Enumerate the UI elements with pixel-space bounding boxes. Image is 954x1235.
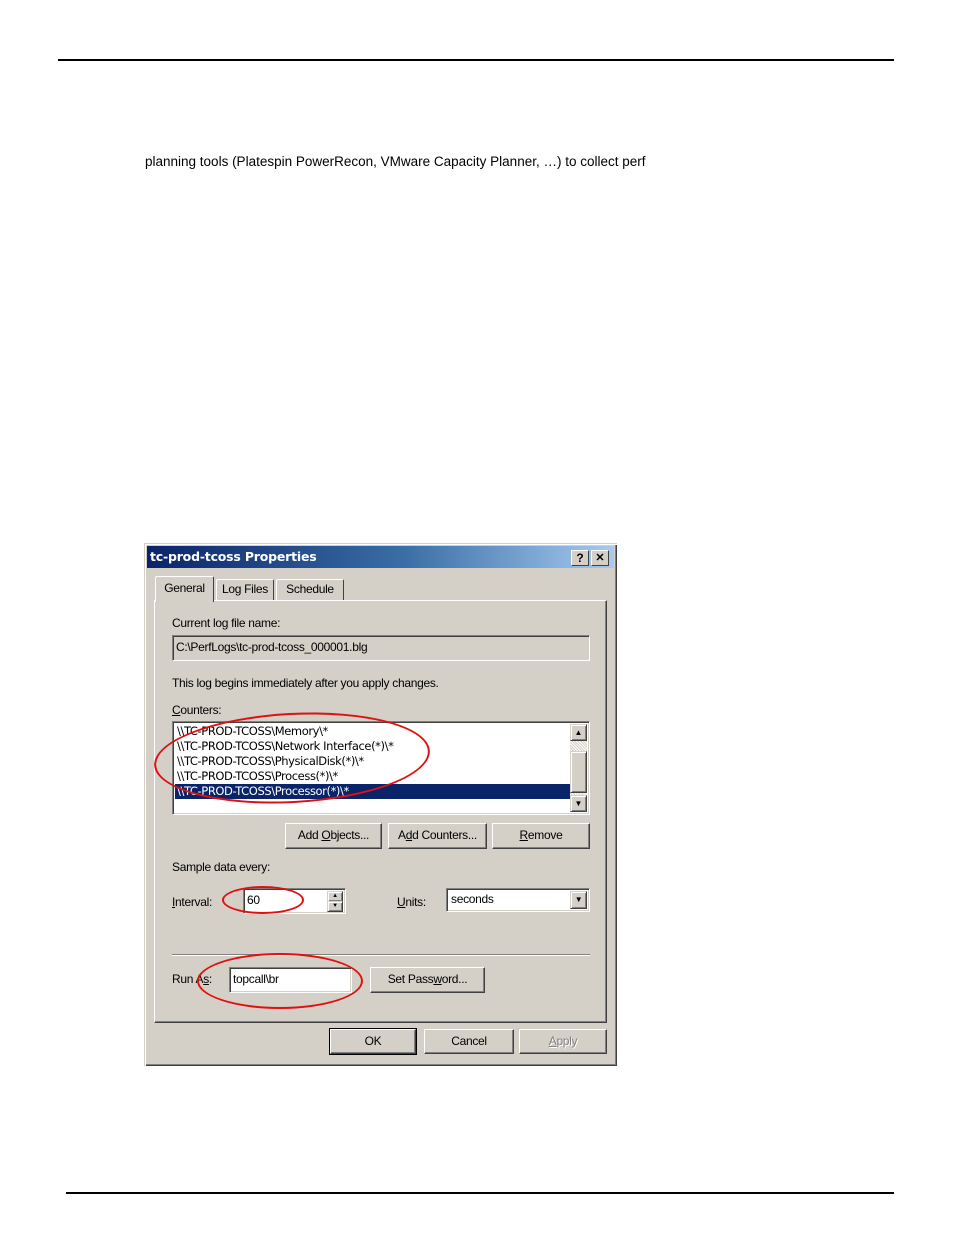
footer-rule bbox=[66, 1192, 894, 1194]
chevron-down-icon: ▼ bbox=[574, 895, 583, 904]
counters-listbox[interactable]: \\TC-PROD-TCOSS\Memory\* \\TC-PROD-TCOSS… bbox=[172, 721, 590, 815]
run-as-input[interactable]: topcall\br bbox=[229, 967, 352, 993]
ok-button[interactable]: OK bbox=[329, 1028, 417, 1055]
help-icon: ? bbox=[576, 551, 584, 565]
interval-label: Interval: bbox=[172, 895, 212, 909]
tab-label: General bbox=[164, 581, 205, 595]
dialog-title: tc-prod-tcoss Properties bbox=[150, 549, 317, 564]
apply-button[interactable]: Apply bbox=[519, 1029, 607, 1054]
counters-scrollbar[interactable]: ▲ ▼ bbox=[570, 724, 587, 812]
cancel-button[interactable]: Cancel bbox=[424, 1029, 514, 1054]
interval-input[interactable]: 60 ▲ ▼ bbox=[243, 888, 346, 914]
close-icon: ✕ bbox=[595, 552, 605, 564]
set-password-button[interactable]: Set Password... bbox=[370, 967, 485, 993]
tab-label: Log Files bbox=[222, 582, 268, 596]
units-label: Units: bbox=[397, 895, 426, 909]
header-rule bbox=[58, 59, 894, 61]
scroll-down-button[interactable]: ▼ bbox=[570, 795, 587, 812]
remove-button[interactable]: Remove bbox=[492, 823, 590, 849]
scroll-thumb[interactable] bbox=[570, 751, 587, 793]
current-log-label: Current log file name: bbox=[172, 616, 281, 630]
spinner-down-button[interactable]: ▼ bbox=[327, 901, 343, 912]
units-value: seconds bbox=[451, 892, 494, 906]
sample-data-label: Sample data every: bbox=[172, 860, 270, 874]
add-counters-button[interactable]: Add Counters... bbox=[388, 823, 487, 849]
counter-item[interactable]: \\TC-PROD-TCOSS\Memory\* bbox=[175, 724, 570, 739]
counter-item[interactable]: \\TC-PROD-TCOSS\Network Interface(*)\* bbox=[175, 739, 570, 754]
counter-item[interactable]: \\TC-PROD-TCOSS\Process(*)\* bbox=[175, 769, 570, 784]
counter-item[interactable]: \\TC-PROD-TCOSS\PhysicalDisk(*)\* bbox=[175, 754, 570, 769]
interval-value: 60 bbox=[247, 893, 260, 907]
separator bbox=[172, 954, 590, 956]
dropdown-button[interactable]: ▼ bbox=[570, 891, 587, 909]
help-button[interactable]: ? bbox=[571, 550, 589, 566]
tab-schedule[interactable]: Schedule bbox=[276, 579, 344, 600]
add-objects-button[interactable]: Add Objects... bbox=[285, 823, 382, 849]
tab-log-files[interactable]: Log Files bbox=[216, 579, 274, 600]
title-bar[interactable]: tc-prod-tcoss Properties ? ✕ bbox=[147, 546, 614, 568]
properties-dialog: tc-prod-tcoss Properties ? ✕ General Log… bbox=[144, 543, 617, 1066]
scroll-up-button[interactable]: ▲ bbox=[570, 724, 587, 741]
run-as-value: topcall\br bbox=[233, 972, 279, 986]
tab-label: Schedule bbox=[286, 582, 334, 596]
units-select[interactable]: seconds ▼ bbox=[446, 888, 590, 912]
current-log-field: C:\PerfLogs\tc-prod-tcoss_000001.blg bbox=[172, 635, 590, 661]
body-paragraph: planning tools (Platespin PowerRecon, VM… bbox=[145, 154, 646, 169]
tab-general[interactable]: General bbox=[155, 576, 214, 602]
counters-label: Counters: bbox=[172, 703, 222, 717]
run-as-label: Run As: bbox=[172, 972, 212, 986]
log-begins-text: This log begins immediately after you ap… bbox=[172, 676, 439, 690]
current-log-value: C:\PerfLogs\tc-prod-tcoss_000001.blg bbox=[176, 640, 368, 654]
counter-item-selected[interactable]: \\TC-PROD-TCOSS\Processor(*)\* bbox=[175, 784, 570, 799]
close-button[interactable]: ✕ bbox=[591, 550, 609, 566]
